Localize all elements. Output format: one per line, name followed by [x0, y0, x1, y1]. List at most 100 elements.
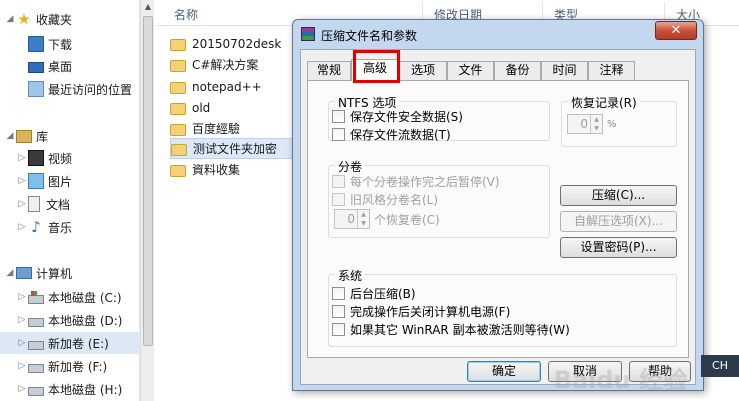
nav-downloads[interactable]: 下载 — [0, 33, 140, 55]
checkbox-box[interactable] — [332, 304, 345, 318]
cancel-button[interactable]: 取消 — [548, 361, 622, 382]
nav-drive-c[interactable]: ▷ 本地磁盘 (C:) — [0, 286, 140, 308]
star-icon: ★ — [17, 10, 31, 28]
folder-icon — [170, 102, 186, 115]
collapse-arrow-icon[interactable]: ▷ — [17, 176, 27, 186]
recovery-record-input[interactable]: 0 ▲ ▼ — [567, 114, 603, 134]
checkbox-box[interactable] — [332, 127, 345, 141]
shutdown-when-done-checkbox[interactable]: 完成操作后关闭计算机电源(F) — [332, 303, 510, 319]
nav-drive-h[interactable]: ▷ 本地磁盘 (H:) — [0, 378, 140, 400]
nav-drive-e[interactable]: ▷ 新加卷 (E:) — [0, 332, 140, 354]
set-password-button[interactable]: 设置密码(P)... — [560, 237, 677, 258]
old-style-names-checkbox[interactable]: 旧风格分卷名(L) — [332, 191, 438, 207]
nav-music[interactable]: ▷ ♪ 音乐 — [0, 216, 140, 238]
nav-label: 新加卷 (F:) — [48, 359, 108, 374]
close-button[interactable]: ✕ — [655, 21, 697, 40]
checkbox-label: 旧风格分卷名(L) — [350, 192, 439, 207]
list-item[interactable]: old — [170, 97, 300, 118]
expand-arrow-icon[interactable]: ◢ — [5, 14, 15, 24]
collapse-arrow-icon[interactable]: ▷ — [17, 153, 27, 163]
nav-documents[interactable]: ▷ 文档 — [0, 193, 140, 215]
nav-drive-f[interactable]: ▷ 新加卷 (F:) — [0, 355, 140, 377]
scrollbar-thumb[interactable] — [143, 16, 153, 346]
nav-label: 本地磁盘 (C:) — [48, 290, 122, 305]
nav-favorites[interactable]: ◢ ★ 收藏夹 — [0, 8, 140, 30]
tab-time[interactable]: 时间 — [541, 61, 588, 80]
checkbox-box[interactable] — [332, 174, 345, 188]
tab-advanced[interactable]: 高级 — [351, 59, 399, 81]
save-security-checkbox[interactable]: 保存文件安全数据(S) — [332, 108, 463, 124]
tab-general[interactable]: 常规 — [307, 61, 351, 80]
collapse-arrow-icon[interactable]: ▷ — [17, 292, 27, 302]
recovery-volumes-spinner[interactable]: 0 ▲ ▼ 个恢复卷(C) — [334, 209, 440, 229]
list-item[interactable]: 百度經驗 — [170, 118, 300, 139]
collapse-arrow-icon[interactable]: ▷ — [17, 384, 27, 394]
nav-drive-d[interactable]: ▷ 本地磁盘 (D:) — [0, 309, 140, 331]
navigation-pane: ◢ ★ 收藏夹 下载 桌面 最近访问的位置 ◢ 库 ▷ 视频 ▷ 图片 ▷ 文档… — [0, 0, 140, 401]
checkbox-box[interactable] — [332, 192, 345, 206]
spinner-label: 个恢复卷(C) — [374, 212, 440, 227]
column-header-name[interactable]: 名称 — [174, 6, 198, 23]
nav-pictures[interactable]: ▷ 图片 — [0, 170, 140, 192]
list-item[interactable]: 测试文件夹加密 — [170, 138, 300, 159]
help-button[interactable]: 帮助 — [629, 361, 691, 382]
nav-label: 音乐 — [48, 220, 73, 235]
nav-videos[interactable]: ▷ 视频 — [0, 147, 140, 169]
collapse-arrow-icon[interactable]: ▷ — [17, 199, 27, 209]
advanced-tab-panel: NTFS 选项 保存文件安全数据(S) 保存文件流数据(T) 恢复记录(R) 0… — [307, 80, 689, 358]
folder-icon — [170, 81, 186, 94]
checkbox-box[interactable] — [332, 322, 345, 336]
checkbox-label: 完成操作后关闭计算机电源(F) — [350, 304, 511, 319]
tab-options[interactable]: 选项 — [399, 61, 447, 80]
compression-button[interactable]: 压缩(C)... — [560, 185, 677, 206]
recovery-record-spinner[interactable]: 0 ▲ ▼ % — [567, 114, 617, 134]
spinner-arrows-icon[interactable]: ▲ ▼ — [357, 210, 369, 228]
file-name: 資料收集 — [192, 163, 241, 177]
list-item[interactable]: 20150702desk — [170, 33, 300, 54]
nav-label: 库 — [36, 129, 49, 144]
wait-other-copies-checkbox[interactable]: 如果其它 WinRAR 副本被激活则等待(W) — [332, 321, 570, 337]
nav-scrollbar[interactable]: ▲ — [140, 0, 154, 401]
nav-desktop[interactable]: 桌面 — [0, 55, 140, 77]
background-archiving-checkbox[interactable]: 后台压缩(B) — [332, 285, 416, 301]
save-streams-checkbox[interactable]: 保存文件流数据(T) — [332, 126, 451, 142]
nav-computer[interactable]: ◢ 计算机 — [0, 262, 140, 284]
spinner-arrows-icon[interactable]: ▲ ▼ — [590, 115, 602, 133]
collapse-arrow-icon[interactable]: ▷ — [17, 361, 27, 371]
tab-backup[interactable]: 备份 — [494, 61, 541, 80]
ok-button[interactable]: 确定 — [467, 361, 541, 382]
checkbox-label: 后台压缩(B) — [350, 286, 416, 301]
checkbox-box[interactable] — [332, 109, 345, 123]
nav-recent[interactable]: 最近访问的位置 — [0, 78, 140, 100]
nav-label: 本地磁盘 (H:) — [48, 382, 123, 397]
collapse-arrow-icon[interactable]: ▷ — [17, 338, 27, 348]
tab-files[interactable]: 文件 — [447, 61, 494, 80]
list-item[interactable]: 資料收集 — [170, 159, 300, 180]
expand-arrow-icon[interactable]: ◢ — [5, 268, 15, 278]
pause-after-volume-checkbox[interactable]: 每个分卷操作完之后暂停(V) — [332, 173, 500, 189]
language-indicator[interactable]: CH — [701, 355, 739, 377]
checkbox-label: 每个分卷操作完之后暂停(V) — [350, 174, 500, 189]
nav-label: 视频 — [48, 151, 73, 166]
checkbox-label: 保存文件安全数据(S) — [350, 109, 463, 124]
list-item[interactable]: notepad++ — [170, 76, 300, 97]
dialog-titlebar[interactable]: 压缩文件名和参数 ✕ — [293, 20, 703, 48]
tab-comment[interactable]: 注释 — [588, 61, 635, 80]
scroll-up-arrow-icon[interactable]: ▲ — [143, 2, 153, 12]
computer-icon — [16, 267, 32, 279]
collapse-arrow-icon[interactable]: ▷ — [17, 315, 27, 325]
nav-label: 文档 — [46, 197, 71, 212]
sfx-options-button[interactable]: 自解压选项(X)... — [560, 211, 677, 232]
expand-arrow-icon[interactable]: ◢ — [5, 131, 15, 141]
nav-label: 最近访问的位置 — [48, 82, 133, 97]
nav-label: 下载 — [48, 37, 73, 52]
group-title: 系统 — [335, 267, 366, 284]
file-name: 20150702desk — [192, 36, 282, 51]
nav-label: 收藏夹 — [36, 12, 73, 27]
checkbox-box[interactable] — [332, 286, 345, 300]
nav-libraries[interactable]: ◢ 库 — [0, 125, 140, 147]
collapse-arrow-icon[interactable]: ▷ — [17, 222, 27, 232]
nav-label: 桌面 — [48, 59, 73, 74]
list-item[interactable]: C#解决方案 — [170, 54, 300, 75]
recovery-volumes-input[interactable]: 0 ▲ ▼ — [334, 209, 370, 229]
